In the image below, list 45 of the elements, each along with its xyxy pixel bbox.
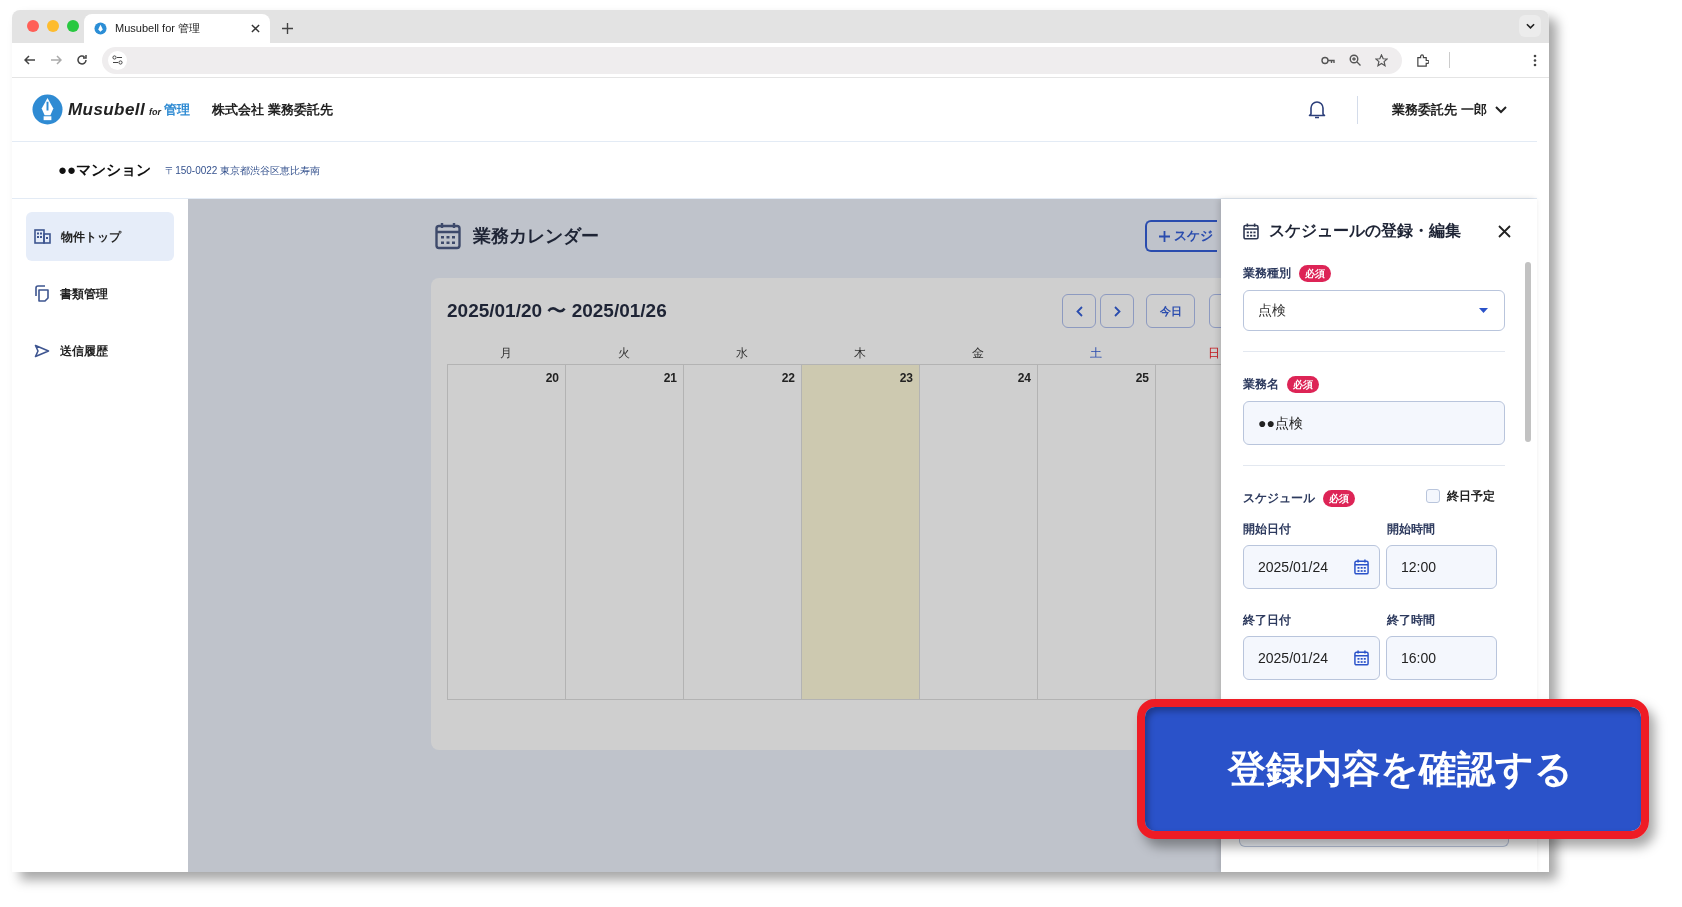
today-cell[interactable]: 23 (802, 365, 920, 700)
page-title: 業務カレンダー (473, 224, 599, 248)
day-cell[interactable]: 21 (566, 365, 684, 700)
required-badge: 必須 (1299, 264, 1331, 282)
add-schedule-button[interactable]: スケジ (1145, 220, 1217, 252)
company-name: 株式会社 業務委託先 (212, 100, 333, 119)
checkbox-label: 終日予定 (1447, 488, 1495, 505)
day-cell[interactable]: 25 (1038, 365, 1156, 700)
tab-title: Musubell for 管理 (115, 21, 201, 37)
weekday-label: 土 (1090, 345, 1102, 362)
date-field[interactable]: 2025/01/24 (1243, 545, 1380, 589)
weekday-label: 金 (972, 345, 984, 362)
weekday-label: 水 (736, 345, 748, 362)
field-label: 終了日付 (1243, 612, 1292, 629)
field-label: 開始日付 (1243, 521, 1292, 538)
property-address: 〒150-0022 東京都渋谷区恵比寿南 (165, 163, 321, 178)
weekday-label: 火 (618, 345, 630, 362)
day-cell[interactable]: 20 (448, 365, 566, 700)
required-badge: 必須 (1287, 375, 1319, 393)
sidebar-item[interactable]: 物件トップ (26, 212, 174, 261)
weekday-label: 木 (854, 345, 866, 362)
logo-text: 管理 (164, 100, 191, 119)
browser-tab[interactable]: Musubell for 管理 (84, 14, 270, 43)
confirm-button-callout[interactable]: 登録内容を確認する (1145, 707, 1641, 831)
date-range: 2025/01/20 〜 2025/01/26 (447, 298, 668, 323)
panel-title: スケジュールの登録・編集 (1269, 221, 1461, 241)
time-field[interactable]: 12:00 (1386, 545, 1497, 589)
select-field[interactable]: 点検 (1243, 290, 1505, 331)
time-field[interactable]: 16:00 (1386, 636, 1497, 680)
field-label: 業務名 (1243, 376, 1279, 393)
required-badge: 必須 (1323, 489, 1355, 507)
input-field[interactable]: ●●点検 (1243, 401, 1505, 445)
field-label: 開始時間 (1387, 521, 1435, 538)
logo-text: Musubell (68, 98, 146, 121)
weekday-label: 日 (1208, 345, 1220, 362)
today-button[interactable]: 今日 (1146, 294, 1195, 328)
field-label: 業務種別 (1243, 265, 1291, 282)
field-label: 終了時間 (1387, 612, 1435, 629)
user-menu-button[interactable]: 業務委託先 一郎 (1392, 99, 1507, 120)
property-name: ●●マンション (58, 159, 152, 180)
day-cell[interactable]: 24 (920, 365, 1038, 700)
weekday-label: 月 (500, 345, 512, 362)
date-field[interactable]: 2025/01/24 (1243, 636, 1380, 680)
field-label: スケジュール (1243, 490, 1315, 507)
logo-text: for (149, 105, 162, 119)
